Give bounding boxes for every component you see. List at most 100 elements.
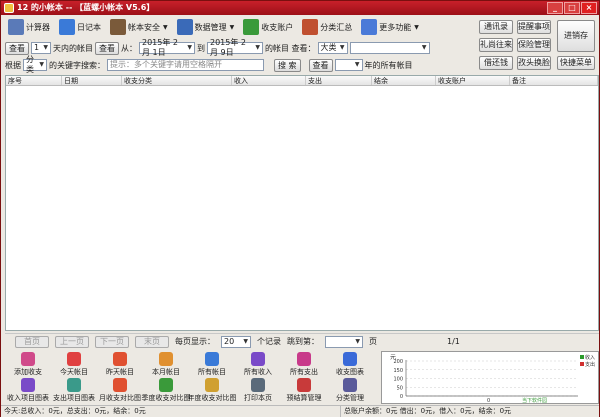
chart-tick-label: 50 [397,385,403,391]
toolbar-label: 更多功能 [379,22,412,32]
quick-action-print[interactable]: 打印本页 [235,377,281,403]
search-button[interactable]: 搜 索 [274,58,301,72]
chevron-down-icon[interactable]: ▼ [414,24,419,31]
chevron-down-icon[interactable]: ▼ [230,24,235,31]
column-header[interactable]: 收支分类 [122,76,232,85]
category-summary-icon [302,19,319,35]
records-table[interactable]: 序号 日期 收支分类 收入 支出 结余 收支账户 备注 [5,75,599,331]
legend-swatch [580,362,584,366]
quick-action-monthly-compare[interactable]: 月收支对比图 [97,377,143,403]
chevron-down-icon[interactable]: ▼ [163,24,168,31]
quick-action-label: 打印本页 [244,394,272,402]
column-header[interactable]: 支出 [306,76,372,85]
year-label: 年的所有帐目 [364,60,413,70]
gifts-button[interactable]: 礼尚往来 [479,38,513,52]
last-page-button[interactable]: 末页 [135,335,169,348]
notebook-icon [59,19,75,35]
quick-action-expense-chart[interactable]: 支出项目图表 [51,377,97,403]
search-input[interactable]: 提示：多个关键字请用空格隔开 [107,59,264,71]
month-icon [159,352,173,366]
quick-action-label: 所有收入 [244,368,272,376]
column-header[interactable]: 备注 [510,76,598,85]
close-button[interactable]: × [581,2,597,14]
quick-action-label: 收入项目图表 [7,394,49,402]
quick-action-yearly-compare[interactable]: 年度收支对比图 [187,377,237,403]
quick-action-chart[interactable]: 收支图表 [327,351,373,377]
monthly-compare-icon [113,378,127,392]
prev-page-button[interactable]: 上一页 [55,335,89,348]
subcategory-select[interactable]: ▼ [349,42,430,54]
page-info: 1/1 [447,337,460,346]
quick-action-income-chart[interactable]: 收入项目图表 [5,377,51,403]
toolbar-label: 数据管理 [194,22,227,32]
toolbar-item-account[interactable]: 收支账户 [240,17,296,37]
quick-action-label: 所有帐目 [198,368,226,376]
quick-action-quarterly-compare[interactable]: 季度收支对比图 [142,377,191,403]
toolbar-item-data-management[interactable]: 数据管理 ▼ [174,17,238,37]
toolbar-label: 帐本安全 [128,22,160,32]
table-header: 序号 日期 收支分类 收入 支出 结余 收支账户 备注 [6,76,598,86]
first-page-button[interactable]: 首页 [15,335,49,348]
search-field-select[interactable]: 分类 ▼ [23,55,47,74]
window-title: 12 的小帐本 -- 【蓝螺小帐本 V5.6】 [17,3,155,12]
quick-action-all-income[interactable]: 所有收入 [235,351,281,377]
settlement-icon [297,378,311,392]
all-income-icon [251,352,265,366]
minimize-button[interactable]: _ [547,2,563,14]
toolbar-item-ledger-security[interactable]: 帐本安全 ▼ [107,17,171,37]
quick-action-add-entry[interactable]: 添加收支 [5,351,51,377]
toolbar-label: 计算器 [26,22,50,32]
loans-button[interactable]: 借还钱 [479,56,513,70]
quick-action-label: 添加收支 [14,368,42,376]
from-date-picker[interactable]: 2015年 2月 1日 ▼ [139,38,195,57]
to-date-picker[interactable]: 2015年 2月 9日 ▼ [207,38,263,57]
per-page-select[interactable]: 20 ▼ [221,335,251,348]
toolbar-label: 收支账户 [261,22,294,32]
yesterday-icon [113,352,127,366]
year-select[interactable]: ▼ [334,59,363,71]
quick-action-label: 预结算管理 [286,394,322,402]
view-year-button[interactable]: 查看 [308,58,333,72]
quick-menu-button[interactable]: 快捷菜单 [557,56,595,70]
column-header[interactable]: 日期 [62,76,122,85]
expense-chart-icon [67,378,81,392]
quick-action-all-expense[interactable]: 所有支出 [281,351,327,377]
chart-tick-label: 200 [393,359,403,365]
next-page-button[interactable]: 下一页 [95,335,129,348]
column-header[interactable]: 收入 [232,76,306,85]
quick-action-today[interactable]: 今天帐目 [51,351,97,377]
column-header[interactable]: 结余 [372,76,436,85]
column-header[interactable]: 收支账户 [436,76,510,85]
main-toolbar: 计算器 日记本 帐本安全 ▼ 数据管理 ▼ 收支账户 分类汇总 更多功能 ▼ [5,16,422,38]
jump-label: 跳到第： [287,337,319,346]
maximize-button[interactable]: □ [564,2,580,14]
inventory-button[interactable]: 进销存 [557,20,595,52]
chart-tick-label: 150 [393,368,403,374]
per-page-label: 每页显示： [175,337,215,346]
toolbar-item-notebook[interactable]: 日记本 [56,17,104,37]
day-count-select[interactable]: 1 ▼ [31,42,51,54]
quick-action-category-management[interactable]: 分类管理 [327,377,373,403]
skin-change-button[interactable]: 孜头换脸 [517,56,551,70]
reminders-button[interactable]: 提醒事项 [517,20,551,34]
category-level-select[interactable]: 大类 ▼ [317,42,348,54]
quick-action-label: 年度收支对比图 [187,394,237,402]
insurance-button[interactable]: 保险管理 [517,38,551,52]
jump-page-select[interactable]: ▼ [325,335,363,348]
contacts-button[interactable]: 通讯录 [479,20,513,34]
toolbar-item-calculator[interactable]: 计算器 [5,17,53,37]
quick-action-yesterday[interactable]: 昨天帐目 [97,351,143,377]
quick-action-settlement[interactable]: 预结算管理 [281,377,327,403]
income-chart-icon [21,378,35,392]
view-range-button[interactable]: 查看 [95,41,119,55]
toolbar-item-category-summary[interactable]: 分类汇总 [299,17,355,37]
view-days-button[interactable]: 查看 [5,41,29,55]
column-header[interactable]: 序号 [6,76,62,85]
chart-x-zero: 0 [487,398,490,403]
quick-action-label: 本月帐目 [152,368,180,376]
quick-action-all-entries[interactable]: 所有帐目 [189,351,235,377]
toolbar-item-more-functions[interactable]: 更多功能 ▼ [358,17,422,37]
status-accounts: 总账户余额：0元 借出：0元，借入：0元，结余：0元 [344,407,512,415]
quick-action-month[interactable]: 本月帐目 [143,351,189,377]
chevron-down-icon: ▼ [39,61,44,68]
